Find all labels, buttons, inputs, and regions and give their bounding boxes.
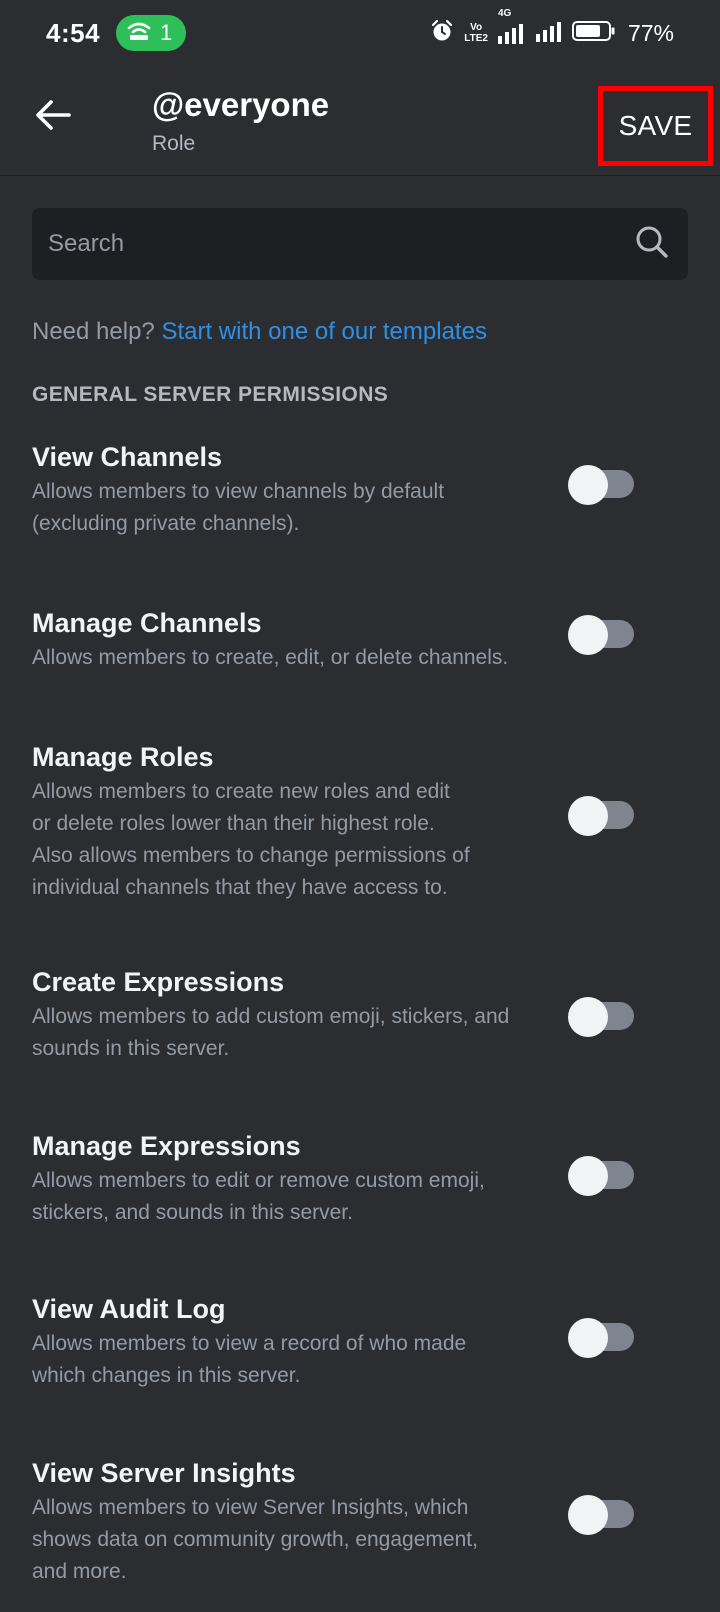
description-line: and more. <box>32 1560 127 1583</box>
description-line: Also allows members to change permission… <box>32 844 470 867</box>
permission-toggle[interactable] <box>568 997 634 1037</box>
permission-title: Create Expressions <box>32 967 285 997</box>
hotspot-indicator: 1 <box>116 15 187 51</box>
app-header: @everyone Role SAVE <box>0 66 720 176</box>
toggle-knob <box>568 615 608 655</box>
toggle-knob <box>568 1156 608 1196</box>
permission-title: Manage Roles <box>32 742 214 772</box>
toggle-knob <box>568 796 608 836</box>
search-input[interactable] <box>48 230 634 258</box>
arrow-left-icon <box>35 99 71 135</box>
help-text: Need help? <box>32 318 162 345</box>
search-icon[interactable] <box>634 224 670 264</box>
alarm-icon <box>430 19 454 47</box>
description-line: stickers, and sounds in this server. <box>32 1201 353 1224</box>
status-bar: 4:54 1 Vo LTE2 4G 77% <box>0 0 720 66</box>
templates-link[interactable]: Start with one of our templates <box>161 318 487 345</box>
description-line: (excluding private channels). <box>32 512 300 535</box>
description-line: sounds in this server. <box>32 1037 230 1060</box>
hotspot-icon <box>126 20 152 46</box>
search-box <box>32 208 688 280</box>
back-button[interactable] <box>32 96 74 138</box>
volte-label: Vo <box>470 22 483 33</box>
save-button[interactable]: SAVE <box>598 86 713 166</box>
description-line: which changes in this server. <box>32 1364 301 1387</box>
signal-icon-2 <box>535 20 562 46</box>
volte-indicator: Vo LTE2 <box>464 22 488 44</box>
battery-icon <box>571 20 616 46</box>
description-line: individual channels that they have acces… <box>32 876 448 899</box>
toggle-knob <box>568 997 608 1037</box>
permission-toggle[interactable] <box>568 465 634 505</box>
permission-title: View Server Insights <box>32 1458 296 1488</box>
status-icons: Vo LTE2 4G 77% <box>430 8 674 47</box>
hotspot-count: 1 <box>160 20 173 45</box>
lte-label: LTE2 <box>464 33 488 44</box>
permission-toggle[interactable] <box>568 1318 634 1358</box>
permission-toggle[interactable] <box>568 1495 634 1535</box>
page-title: @everyone <box>152 86 330 123</box>
signal-icon-1: 4G <box>497 8 526 44</box>
network-type-label: 4G <box>497 8 512 19</box>
permission-toggle[interactable] <box>568 615 634 655</box>
toggle-knob <box>568 1495 608 1535</box>
help-line: Need help? Start with one of our templat… <box>32 318 487 346</box>
battery-percent: 77% <box>627 19 674 46</box>
page-subtitle: Role <box>152 132 196 155</box>
permission-toggle[interactable] <box>568 796 634 836</box>
toggle-knob <box>568 1318 608 1358</box>
toggle-knob <box>568 465 608 505</box>
permission-toggle[interactable] <box>568 1156 634 1196</box>
status-time: 4:54 <box>46 17 101 48</box>
section-header: GENERAL SERVER PERMISSIONS <box>32 383 389 406</box>
